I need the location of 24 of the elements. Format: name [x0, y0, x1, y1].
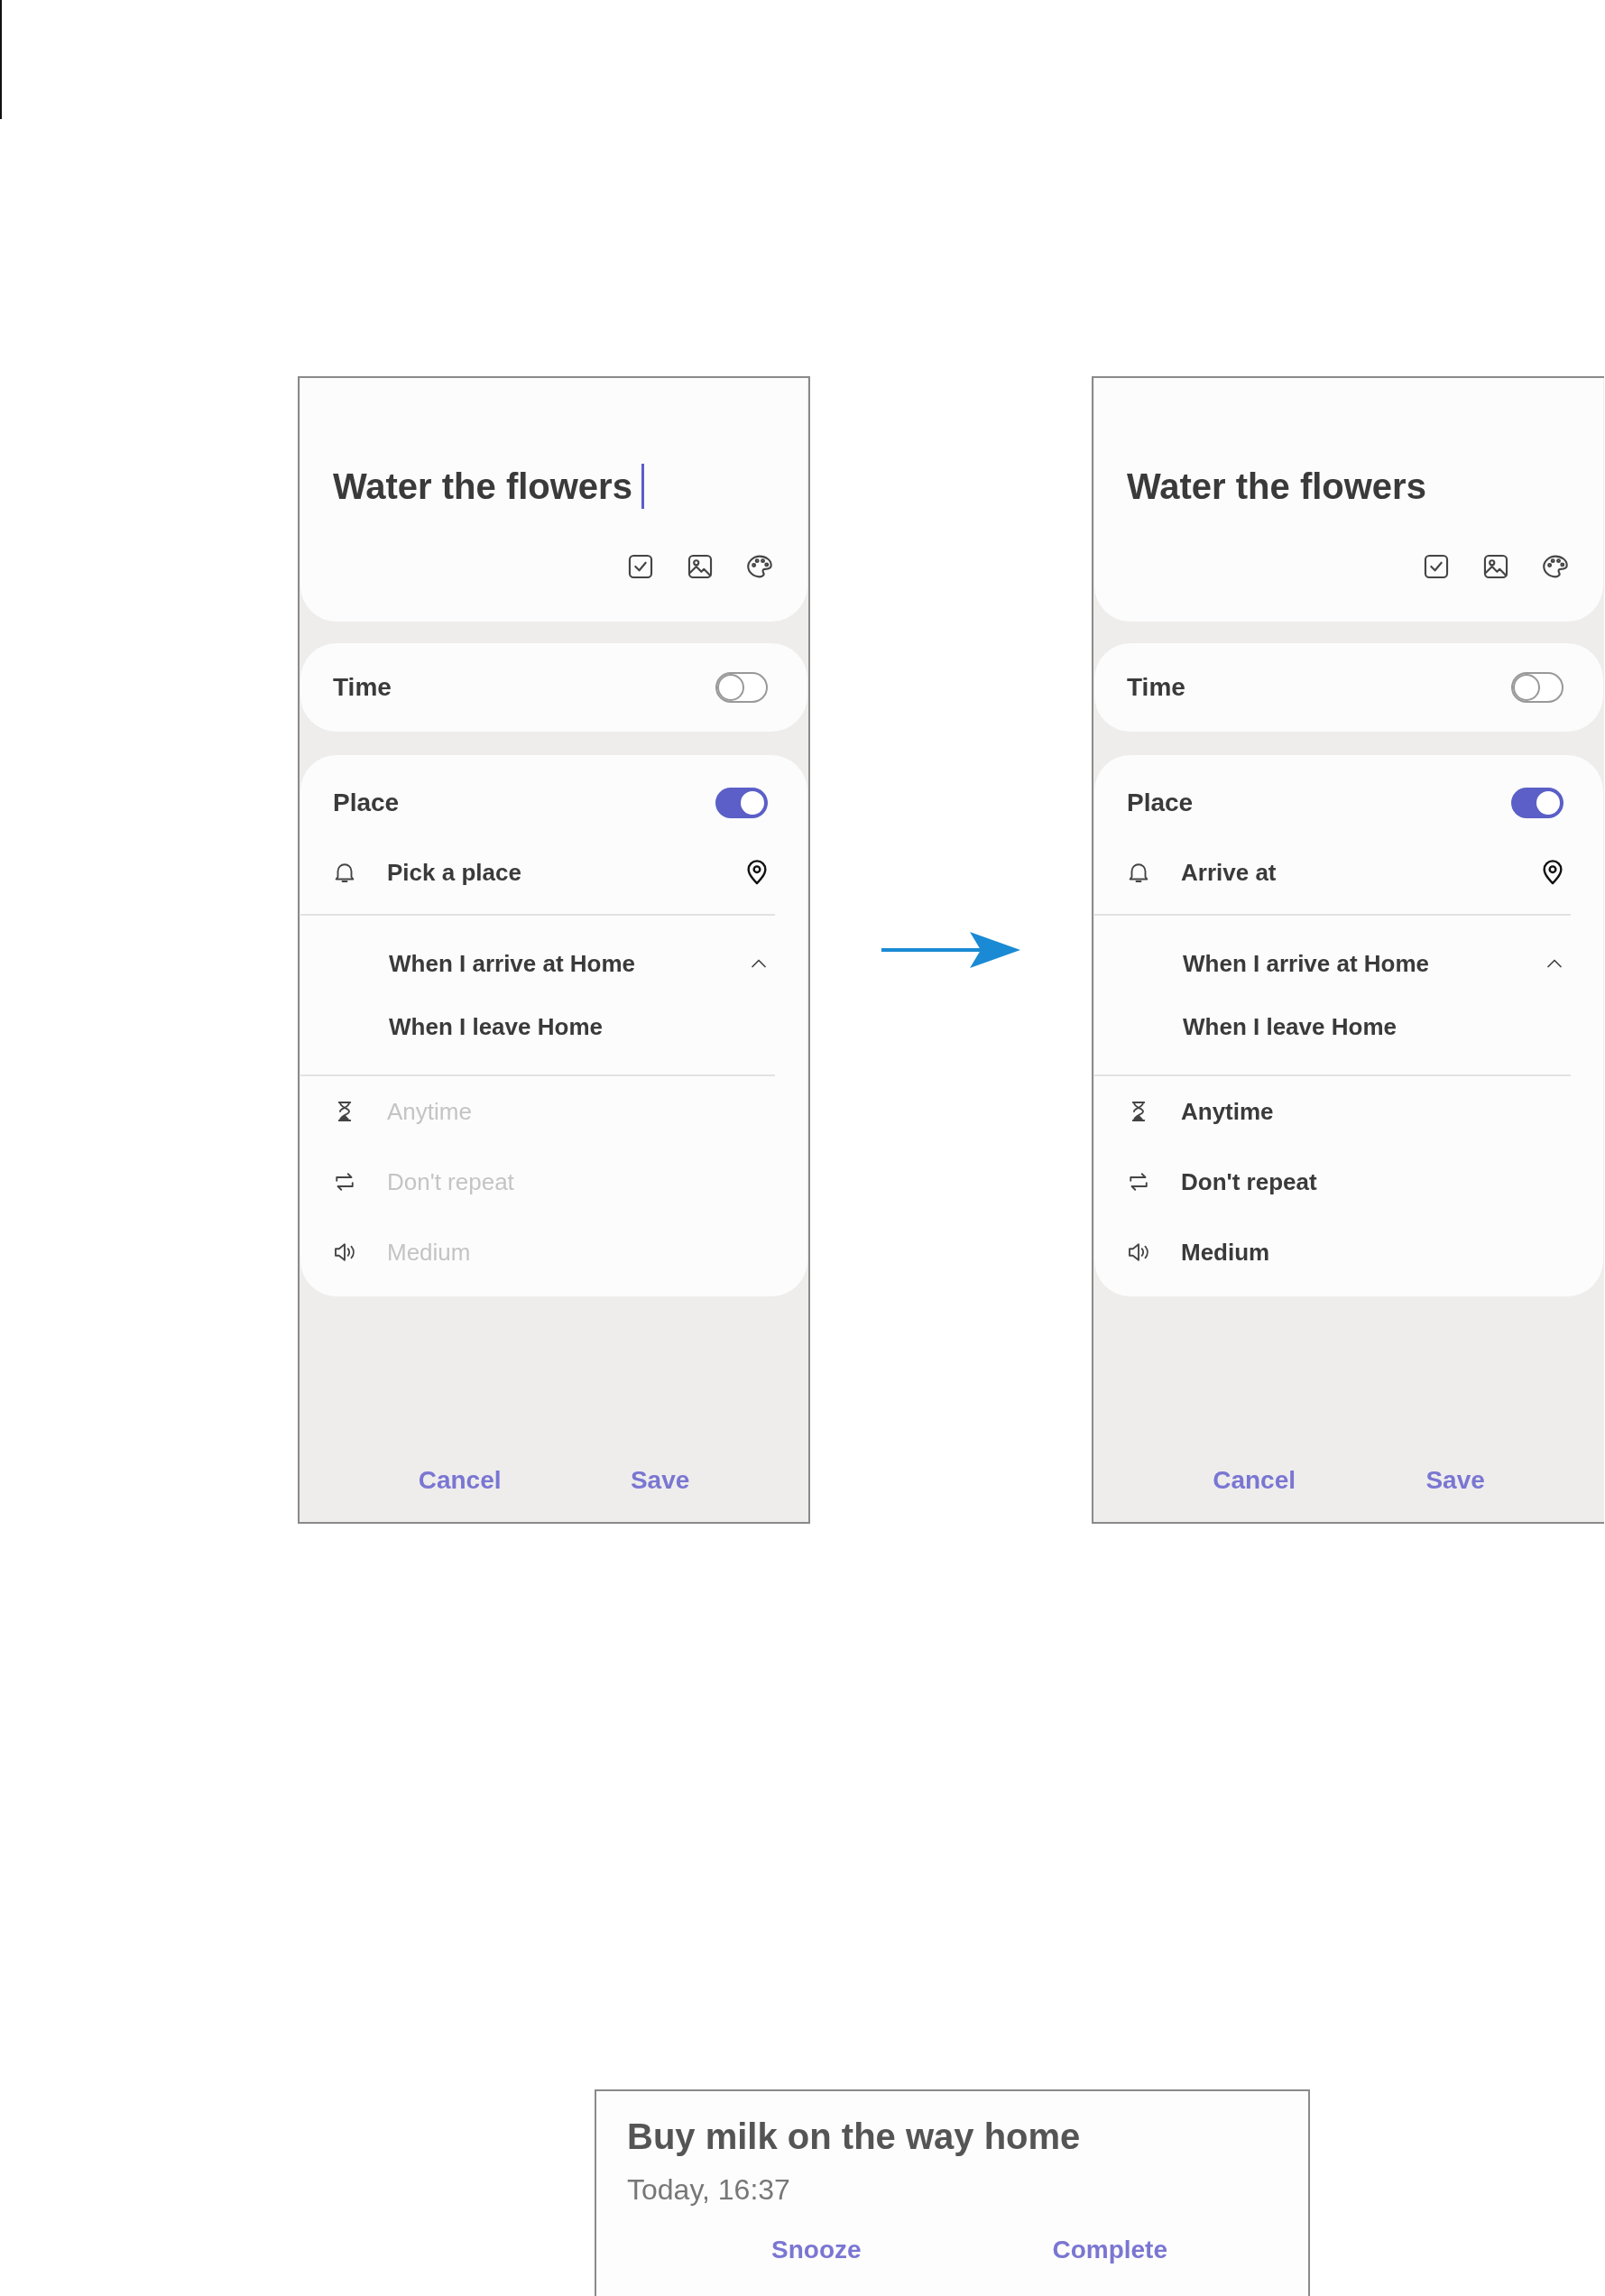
toggle-switch[interactable]	[715, 672, 768, 703]
notification-title: Buy milk on the way home	[627, 2116, 1082, 2157]
setting-item[interactable]: Medium	[1181, 1238, 1567, 1267]
toggle-switch[interactable]	[715, 788, 768, 818]
arrow-icon	[880, 929, 1020, 971]
option-item[interactable]: When I arrive at Home	[389, 949, 746, 978]
place-label: Place	[333, 788, 400, 817]
toggle-switch[interactable]	[1511, 672, 1563, 703]
time-label: Time	[1127, 673, 1185, 702]
place-label: Place	[1127, 788, 1194, 817]
notification-button[interactable]: Snooze	[753, 2227, 880, 2273]
option-item[interactable]: When I leave Home	[389, 1012, 771, 1041]
notification-time: Today, 16:37	[627, 2173, 791, 2207]
location-text[interactable]: Arrive at	[1181, 858, 1509, 887]
setting-item[interactable]: Don't repeat	[1181, 1167, 1567, 1196]
option-item[interactable]: When I leave Home	[1183, 1012, 1567, 1041]
toggle-switch[interactable]	[1511, 788, 1563, 818]
notification-button[interactable]: Complete	[1034, 2227, 1185, 2273]
setting-item[interactable]: Anytime	[1181, 1097, 1567, 1126]
location-text[interactable]: Pick a place	[387, 858, 714, 887]
option-item[interactable]: When I arrive at Home	[1183, 949, 1542, 978]
title-text: Water the flowers	[1127, 466, 1426, 507]
time-label: Time	[333, 673, 392, 702]
title-text: Water the flowers	[333, 466, 632, 507]
